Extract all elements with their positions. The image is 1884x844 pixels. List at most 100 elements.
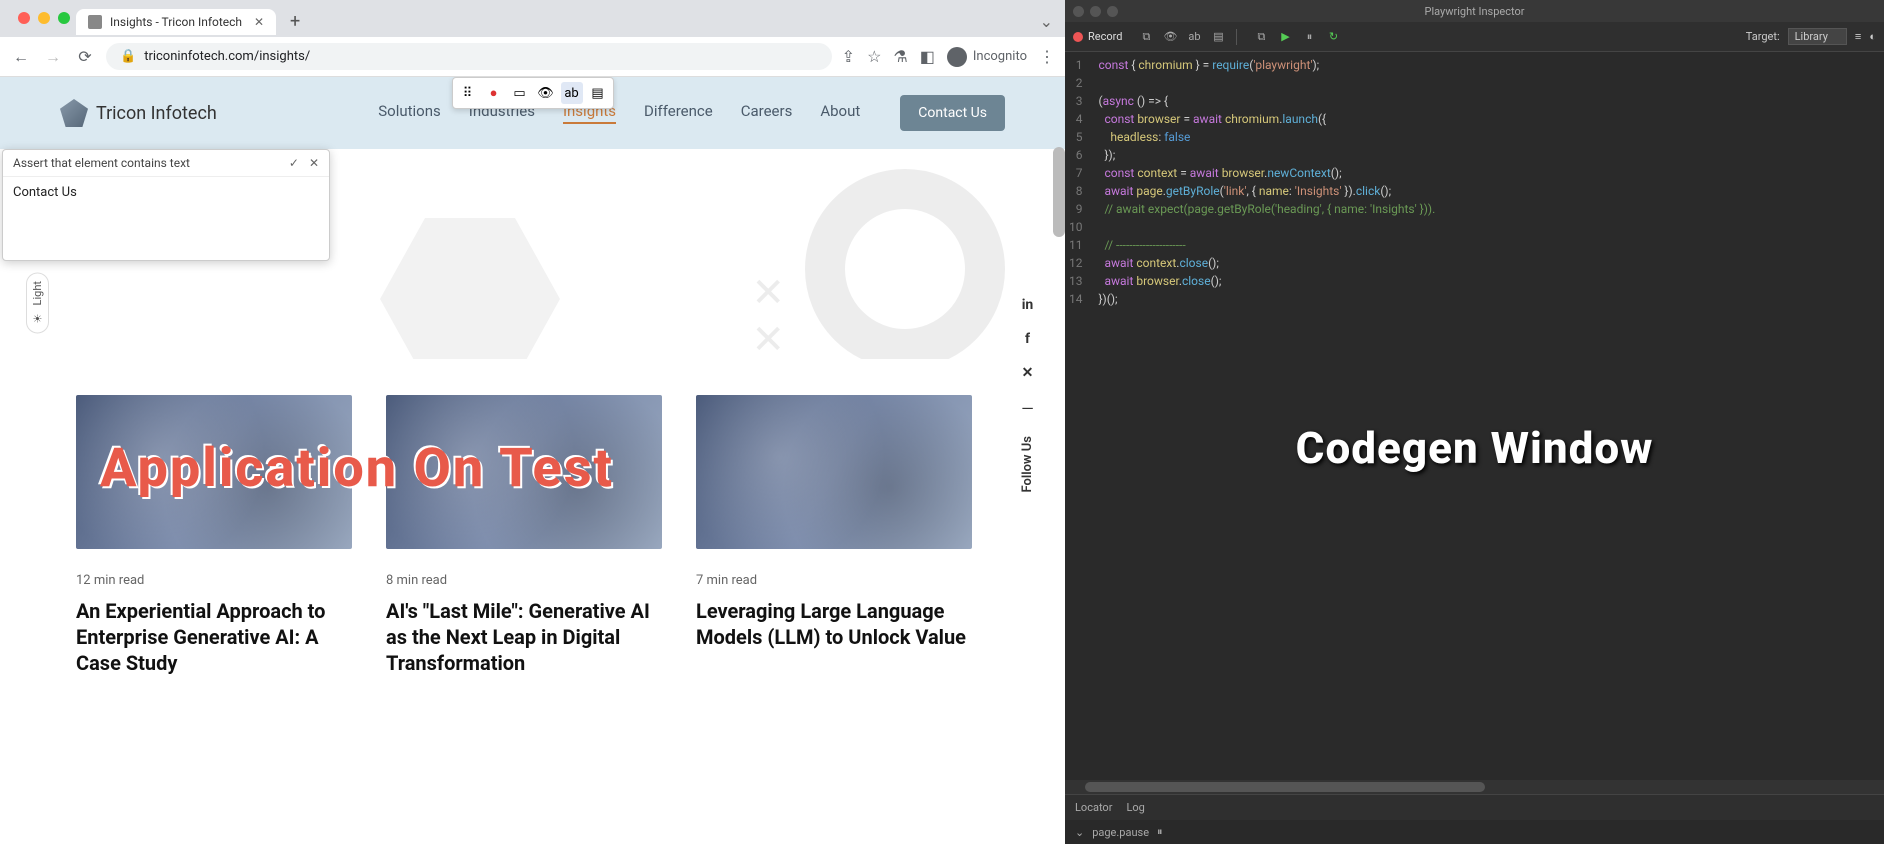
pick-locator-icon[interactable]: ⧉: [1138, 30, 1154, 44]
insp-close-icon[interactable]: [1073, 6, 1084, 17]
hero-circle-shape: [805, 169, 1005, 359]
record-dot-icon: [1073, 32, 1083, 42]
back-button[interactable]: ←: [10, 46, 32, 68]
reload-button[interactable]: ⟳: [74, 46, 96, 68]
insp-max-icon[interactable]: [1107, 6, 1118, 17]
assert-text-icon[interactable]: ab: [561, 82, 583, 104]
light-label: Light: [31, 281, 44, 305]
drag-handle-icon[interactable]: ⠿: [457, 82, 479, 104]
page-scrollbar[interactable]: [1053, 147, 1065, 237]
logo-icon: [60, 99, 88, 127]
light-mode-toggle[interactable]: ☀ Light: [26, 272, 49, 333]
browser-tab[interactable]: Insights - Tricon Infotech ✕: [76, 9, 276, 35]
share-icon[interactable]: ⇪: [842, 47, 855, 66]
theme-icon[interactable]: ◐: [1869, 30, 1876, 43]
inspector-tab-locator[interactable]: Locator: [1075, 801, 1112, 814]
inspector-run-icons: ⧉ ▶ ⏸ ↻: [1253, 30, 1341, 44]
pause-status-icon: ⏸: [1157, 825, 1163, 839]
article-card[interactable]: 7 min read Leveraging Large Language Mod…: [696, 395, 972, 676]
close-window-icon[interactable]: [18, 12, 30, 24]
card-read-time: 7 min read: [696, 573, 972, 588]
tabs-dropdown-icon[interactable]: ⌄: [1040, 12, 1053, 31]
line-gutter: 1234567891011121314: [1065, 52, 1091, 780]
url-host: triconinfotech.com: [144, 49, 254, 64]
favicon-icon: [88, 15, 102, 29]
code-content[interactable]: const { chromium } = require('playwright…: [1091, 52, 1444, 780]
assert-text-popup: Assert that element contains text ✓ ✕ Co…: [2, 149, 330, 261]
twitter-icon[interactable]: ✕: [1022, 365, 1034, 381]
nav-item-difference[interactable]: Difference: [644, 102, 713, 124]
assert-box-icon[interactable]: ▤: [1210, 30, 1226, 44]
record-button[interactable]: Record: [1073, 30, 1122, 43]
card-title: Leveraging Large Language Models (LLM) t…: [696, 598, 972, 650]
menu-icon[interactable]: ≡: [1855, 30, 1861, 43]
assert-popup-title: Assert that element contains text: [13, 156, 190, 170]
forward-button[interactable]: →: [42, 46, 64, 68]
nav-item-solutions[interactable]: Solutions: [378, 102, 441, 124]
address-bar: ← → ⟳ 🔒 triconinfotech.com/insights/ ⇪ ☆…: [0, 37, 1065, 77]
overlay-caption: Application On Test: [100, 437, 614, 500]
record-icon[interactable]: ●: [483, 82, 505, 104]
playwright-inspector-window: Playwright Inspector Record ⧉ 👁 ab ▤ ⧉ ▶…: [1065, 0, 1884, 844]
card-title: An Experiential Approach to Enterprise G…: [76, 598, 352, 676]
addr-actions: ⇪ ☆ ⚗ ◧ Incognito ⋮: [842, 47, 1055, 67]
contact-us-button[interactable]: Contact Us: [900, 95, 1005, 131]
new-tab-button[interactable]: +: [284, 9, 306, 34]
resume-icon[interactable]: ▶: [1277, 30, 1293, 44]
copy-icon[interactable]: ⧉: [1253, 30, 1269, 44]
code-editor[interactable]: 1234567891011121314 const { chromium } =…: [1065, 52, 1884, 780]
card-read-time: 12 min read: [76, 573, 352, 588]
bookmark-icon[interactable]: ☆: [867, 47, 881, 66]
target-select[interactable]: Library: [1788, 28, 1847, 45]
record-label: Record: [1088, 30, 1122, 43]
inspect-icon[interactable]: 👁: [535, 82, 557, 104]
sun-icon: ☀: [31, 311, 44, 324]
inspector-toolbar: Record ⧉ 👁 ab ▤ ⧉ ▶ ⏸ ↻ Target: Library …: [1065, 22, 1884, 52]
inspector-title: Playwright Inspector: [1425, 5, 1525, 18]
minimize-window-icon[interactable]: [38, 12, 50, 24]
url-input[interactable]: 🔒 triconinfotech.com/insights/: [106, 43, 832, 70]
kebab-menu-icon[interactable]: ⋮: [1039, 47, 1055, 66]
insp-min-icon[interactable]: [1090, 6, 1101, 17]
assert-popup-header: Assert that element contains text ✓ ✕: [3, 150, 329, 177]
chrome-window: Insights - Tricon Infotech ✕ + ⌄ ← → ⟳ 🔒…: [0, 0, 1065, 844]
target-label: Target:: [1746, 30, 1780, 43]
maximize-window-icon[interactable]: [58, 12, 70, 24]
brand-name: Tricon Infotech: [96, 103, 217, 124]
site-logo[interactable]: Tricon Infotech: [60, 99, 217, 127]
assert-ab-icon[interactable]: ab: [1186, 30, 1202, 44]
hero-x-shape: ✕✕: [751, 269, 785, 359]
assert-close-icon[interactable]: ✕: [309, 156, 319, 170]
assert-value-icon[interactable]: ▤: [587, 82, 609, 104]
card-read-time: 8 min read: [386, 573, 662, 588]
status-text: page.pause: [1092, 826, 1149, 839]
card-title: AI's "Last Mile": Generative AI as the N…: [386, 598, 662, 676]
linkedin-icon[interactable]: in: [1022, 297, 1034, 313]
flask-icon[interactable]: ⚗: [893, 47, 907, 66]
incognito-icon: [947, 47, 967, 67]
profile-incognito[interactable]: Incognito: [947, 47, 1027, 67]
facebook-icon[interactable]: f: [1025, 331, 1030, 347]
screenshot-icon[interactable]: ▭: [509, 82, 531, 104]
hscroll-thumb[interactable]: [1085, 782, 1485, 792]
eye-icon[interactable]: 👁: [1162, 30, 1178, 44]
inspector-tab-log[interactable]: Log: [1126, 801, 1144, 814]
panel-icon[interactable]: ◧: [920, 47, 935, 66]
url-path: /insights/: [254, 49, 310, 64]
follow-sidebar: in f ✕ — Follow Us: [1020, 297, 1035, 493]
tab-close-icon[interactable]: ✕: [254, 15, 264, 29]
follow-divider: —: [1021, 399, 1034, 418]
inspector-status-bar: ⌄ page.pause ⏸: [1065, 820, 1884, 844]
step-icon[interactable]: ↻: [1325, 30, 1341, 44]
pause-icon[interactable]: ⏸: [1301, 30, 1317, 44]
editor-hscrollbar[interactable]: [1065, 780, 1884, 794]
assert-text-input[interactable]: Contact Us: [3, 177, 329, 260]
nav-item-about[interactable]: About: [820, 102, 860, 124]
codegen-overlay-text: Codegen Window: [1296, 422, 1654, 474]
assert-accept-icon[interactable]: ✓: [289, 156, 299, 170]
nav-item-careers[interactable]: Careers: [741, 102, 793, 124]
inspector-titlebar: Playwright Inspector: [1065, 0, 1884, 22]
page-viewport: ⠿ ● ▭ 👁 ab ▤ Tricon Infotech SolutionsIn…: [0, 77, 1065, 844]
tab-strip: Insights - Tricon Infotech ✕ + ⌄: [0, 0, 1065, 37]
chevron-down-icon[interactable]: ⌄: [1075, 826, 1084, 839]
